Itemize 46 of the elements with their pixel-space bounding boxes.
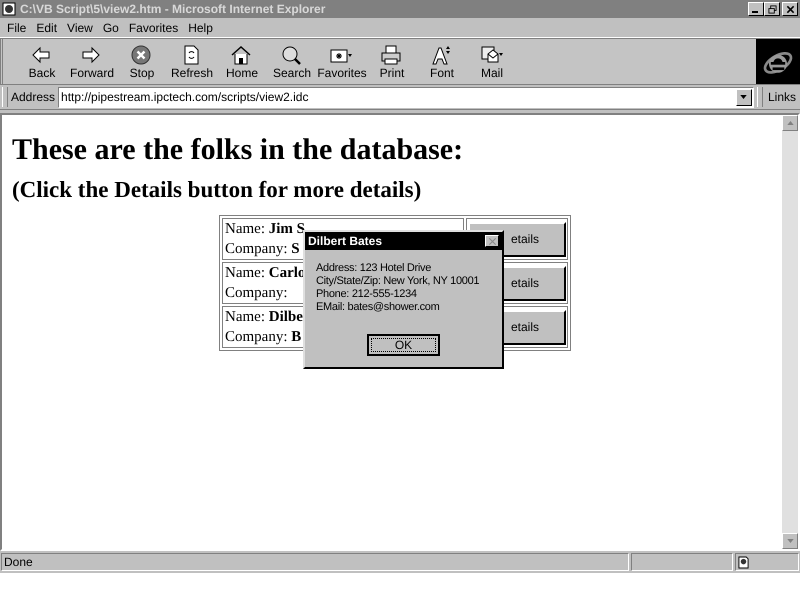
- name-text: Name: Dilbe: [225, 308, 303, 327]
- toolbar-button[interactable]: Back: [17, 40, 67, 82]
- dialog-text: EMail: bates@shower.com: [316, 301, 440, 314]
- company-text: Company: S: [225, 240, 300, 259]
- toolbar-button[interactable]: Favorites: [317, 40, 367, 82]
- menu-item[interactable]: Go: [98, 20, 124, 34]
- toolbar-button[interactable]: Font: [417, 40, 467, 82]
- menu-item[interactable]: Edit: [31, 20, 62, 34]
- company-text: Company: B: [225, 328, 302, 347]
- toolbar-button[interactable]: Search: [267, 40, 317, 82]
- page-subheading: (Click the Details button for more details): [12, 177, 422, 203]
- close-button[interactable]: [782, 2, 798, 16]
- scroll-up-icon[interactable]: [782, 115, 798, 131]
- menu-item[interactable]: File: [2, 20, 32, 34]
- restore-icon: [768, 4, 776, 14]
- close-icon: [488, 236, 496, 246]
- scroll-down-icon[interactable]: [782, 533, 798, 549]
- page-heading: These are the folks in the database:: [12, 133, 464, 167]
- close-icon: [786, 4, 794, 14]
- address-label: Address: [11, 90, 56, 104]
- zone-icon: [738, 556, 749, 568]
- menu-item[interactable]: View: [62, 20, 98, 34]
- address-field[interactable]: http://pipestream.ipctech.com/scripts/view2.idc: [58, 86, 754, 108]
- company-text: Company:: [225, 284, 288, 303]
- vertical-scrollbar[interactable]: [782, 115, 798, 549]
- links-button[interactable]: Links: [766, 90, 798, 104]
- toolbar-button[interactable]: Stop: [117, 40, 167, 82]
- minimize-icon: [752, 11, 758, 13]
- toolbar-button[interactable]: Print: [367, 40, 417, 82]
- status-text: Done: [1, 553, 629, 571]
- ok-button[interactable]: OK: [367, 334, 440, 356]
- dialog-title: Dilbert Bates: [308, 234, 382, 248]
- minimize-button[interactable]: [748, 2, 764, 16]
- toolbar-button[interactable]: Forward: [67, 40, 117, 82]
- menu-item[interactable]: Help: [183, 20, 218, 34]
- window-title: C:\VB Script\5\view2.htm - Microsoft Internet Explorer: [20, 2, 326, 16]
- page-icon: [2, 2, 16, 16]
- dialog-text: Address: 123 Hotel Drive: [316, 262, 432, 275]
- mail-icon: [480, 44, 504, 66]
- menu-item[interactable]: Favorites: [124, 20, 184, 34]
- restore-button[interactable]: [764, 2, 780, 16]
- dialog-text: Phone: 212-555-1234: [316, 288, 417, 301]
- close-button[interactable]: [485, 235, 499, 247]
- toolbar-button[interactable]: Mail: [467, 40, 517, 82]
- toolbar-button[interactable]: Home: [217, 40, 267, 82]
- toolbar-button[interactable]: Refresh: [167, 40, 217, 82]
